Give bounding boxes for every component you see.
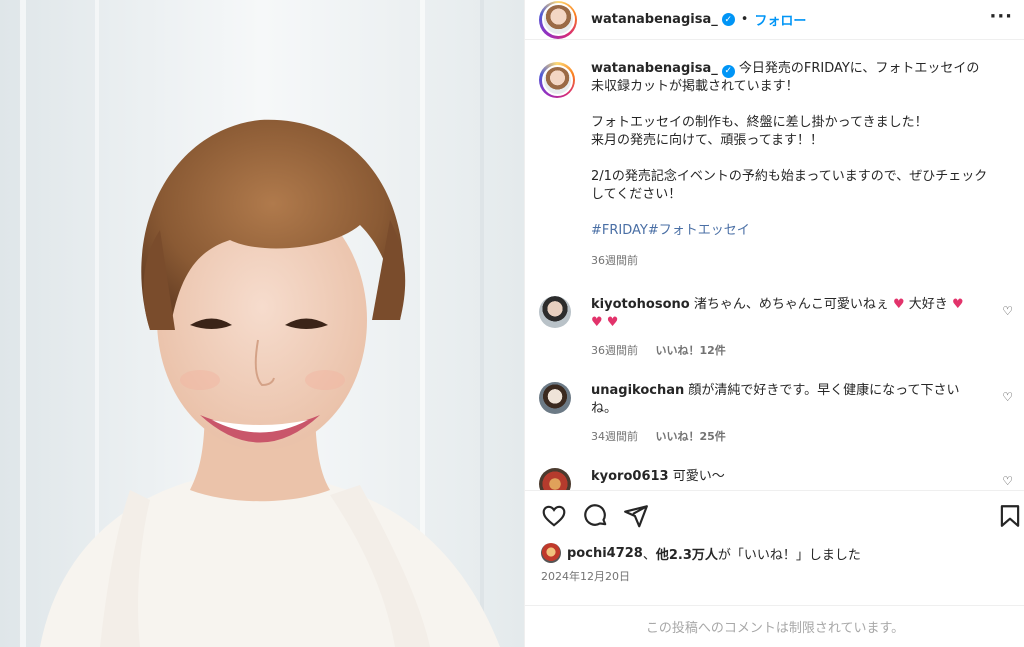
comment-avatar[interactable] (539, 296, 571, 328)
hashtag-photo-essay[interactable]: #フォトエッセイ (648, 223, 750, 238)
like-heart-icon[interactable] (541, 503, 567, 529)
verified-badge-icon: ✓ (721, 13, 735, 26)
comment-text: 可愛い〜 (672, 469, 725, 484)
author-username[interactable]: watanabenagisa_ (591, 12, 718, 27)
post-panel: watanabenagisa_ ✓ • フォロー ··· watanabenag… (524, 0, 1024, 647)
comment-like-heart-icon[interactable]: ♡ (1002, 304, 1013, 318)
pink-heart-emoji-icon: ♥ (606, 315, 619, 330)
post-header: watanabenagisa_ ✓ • フォロー ··· (525, 0, 1024, 40)
comment-like-heart-icon[interactable]: ♡ (1002, 390, 1013, 404)
follow-button[interactable]: フォロー (754, 10, 806, 29)
author-avatar[interactable] (539, 0, 577, 39)
caption-time[interactable]: 36週間前 (591, 252, 991, 270)
comment-item: unagikochan 顔が清純で好きです。早く健康になって下さいね。 34週間… (539, 382, 1024, 446)
comment-likes[interactable]: いいね！25件 (656, 430, 726, 443)
comment-text: 渚ちゃん、めちゃんこ可愛いねぇ (693, 297, 889, 312)
caption-username[interactable]: watanabenagisa_ (591, 61, 718, 76)
save-bookmark-icon[interactable] (997, 503, 1023, 529)
likes-count-link[interactable]: 他2.3万人 (656, 544, 718, 563)
comment-username[interactable]: unagikochan (591, 383, 684, 398)
share-send-icon[interactable] (623, 503, 649, 529)
separator-dot: • (740, 12, 749, 27)
caption-paragraph-2-line-1: フォトエッセイの制作も、終盤に差し掛かってきました！ (591, 115, 928, 130)
comment-time[interactable]: 34週間前 (591, 430, 638, 443)
likes-summary: pochi4728 、 他2.3万人 が「いいね！」しました (541, 543, 861, 563)
likes-suffix: が「いいね！」しました (717, 547, 861, 563)
pink-heart-emoji-icon: ♥ (591, 315, 603, 330)
post-date[interactable]: 2024年12月20日 (541, 568, 630, 584)
comment-text-tail: 大好き (908, 297, 948, 312)
hashtag-friday[interactable]: #FRIDAY (591, 223, 648, 238)
caption: watanabenagisa_ ✓ 今日発売のFRIDAYに、フォトエッセイの未収… (539, 61, 1009, 270)
post-photo[interactable] (0, 0, 524, 647)
caption-paragraph-2-line-2: 来月の発売に向けて、頑張ってます！！ (591, 133, 824, 148)
liker-username[interactable]: pochi4728 (567, 546, 643, 561)
comment-like-heart-icon[interactable]: ♡ (1002, 474, 1013, 488)
portrait-illustration (0, 0, 524, 647)
more-options-icon[interactable]: ··· (989, 6, 1013, 27)
comment-item: kyoro0613 可愛い〜 ♡ (539, 468, 1024, 490)
likes-separator: 、 (642, 547, 656, 563)
comment-username[interactable]: kiyotohosono (591, 297, 690, 312)
caption-text: watanabenagisa_ ✓ 今日発売のFRIDAYに、フォトエッセイの未収… (591, 61, 991, 270)
liker-avatar[interactable] (541, 543, 561, 563)
comments-restricted-notice: この投稿へのコメントは制限されています。 (525, 605, 1024, 647)
action-bar (525, 490, 1024, 540)
comment-avatar[interactable] (539, 382, 571, 414)
caption-paragraph-3: 2/1の発売記念イベントの予約も始まっていますので、ぜひチェックしてください！ (591, 169, 988, 202)
pink-heart-emoji-icon: ♥ (893, 297, 905, 312)
comment-avatar[interactable] (539, 468, 571, 490)
caption-verified-icon: ✓ (721, 64, 735, 78)
comment-time[interactable]: 36週間前 (591, 344, 638, 357)
sparkling-heart-emoji-icon: ♥ (951, 297, 964, 312)
comment-item: kiyotohosono 渚ちゃん、めちゃんこ可愛いねぇ ♥ 大好き ♥ ♥ ♥… (539, 296, 1024, 360)
caption-avatar[interactable] (539, 62, 575, 98)
comment-likes[interactable]: いいね！12件 (656, 344, 726, 357)
comment-username[interactable]: kyoro0613 (591, 469, 669, 484)
comment-bubble-icon[interactable] (583, 503, 609, 529)
